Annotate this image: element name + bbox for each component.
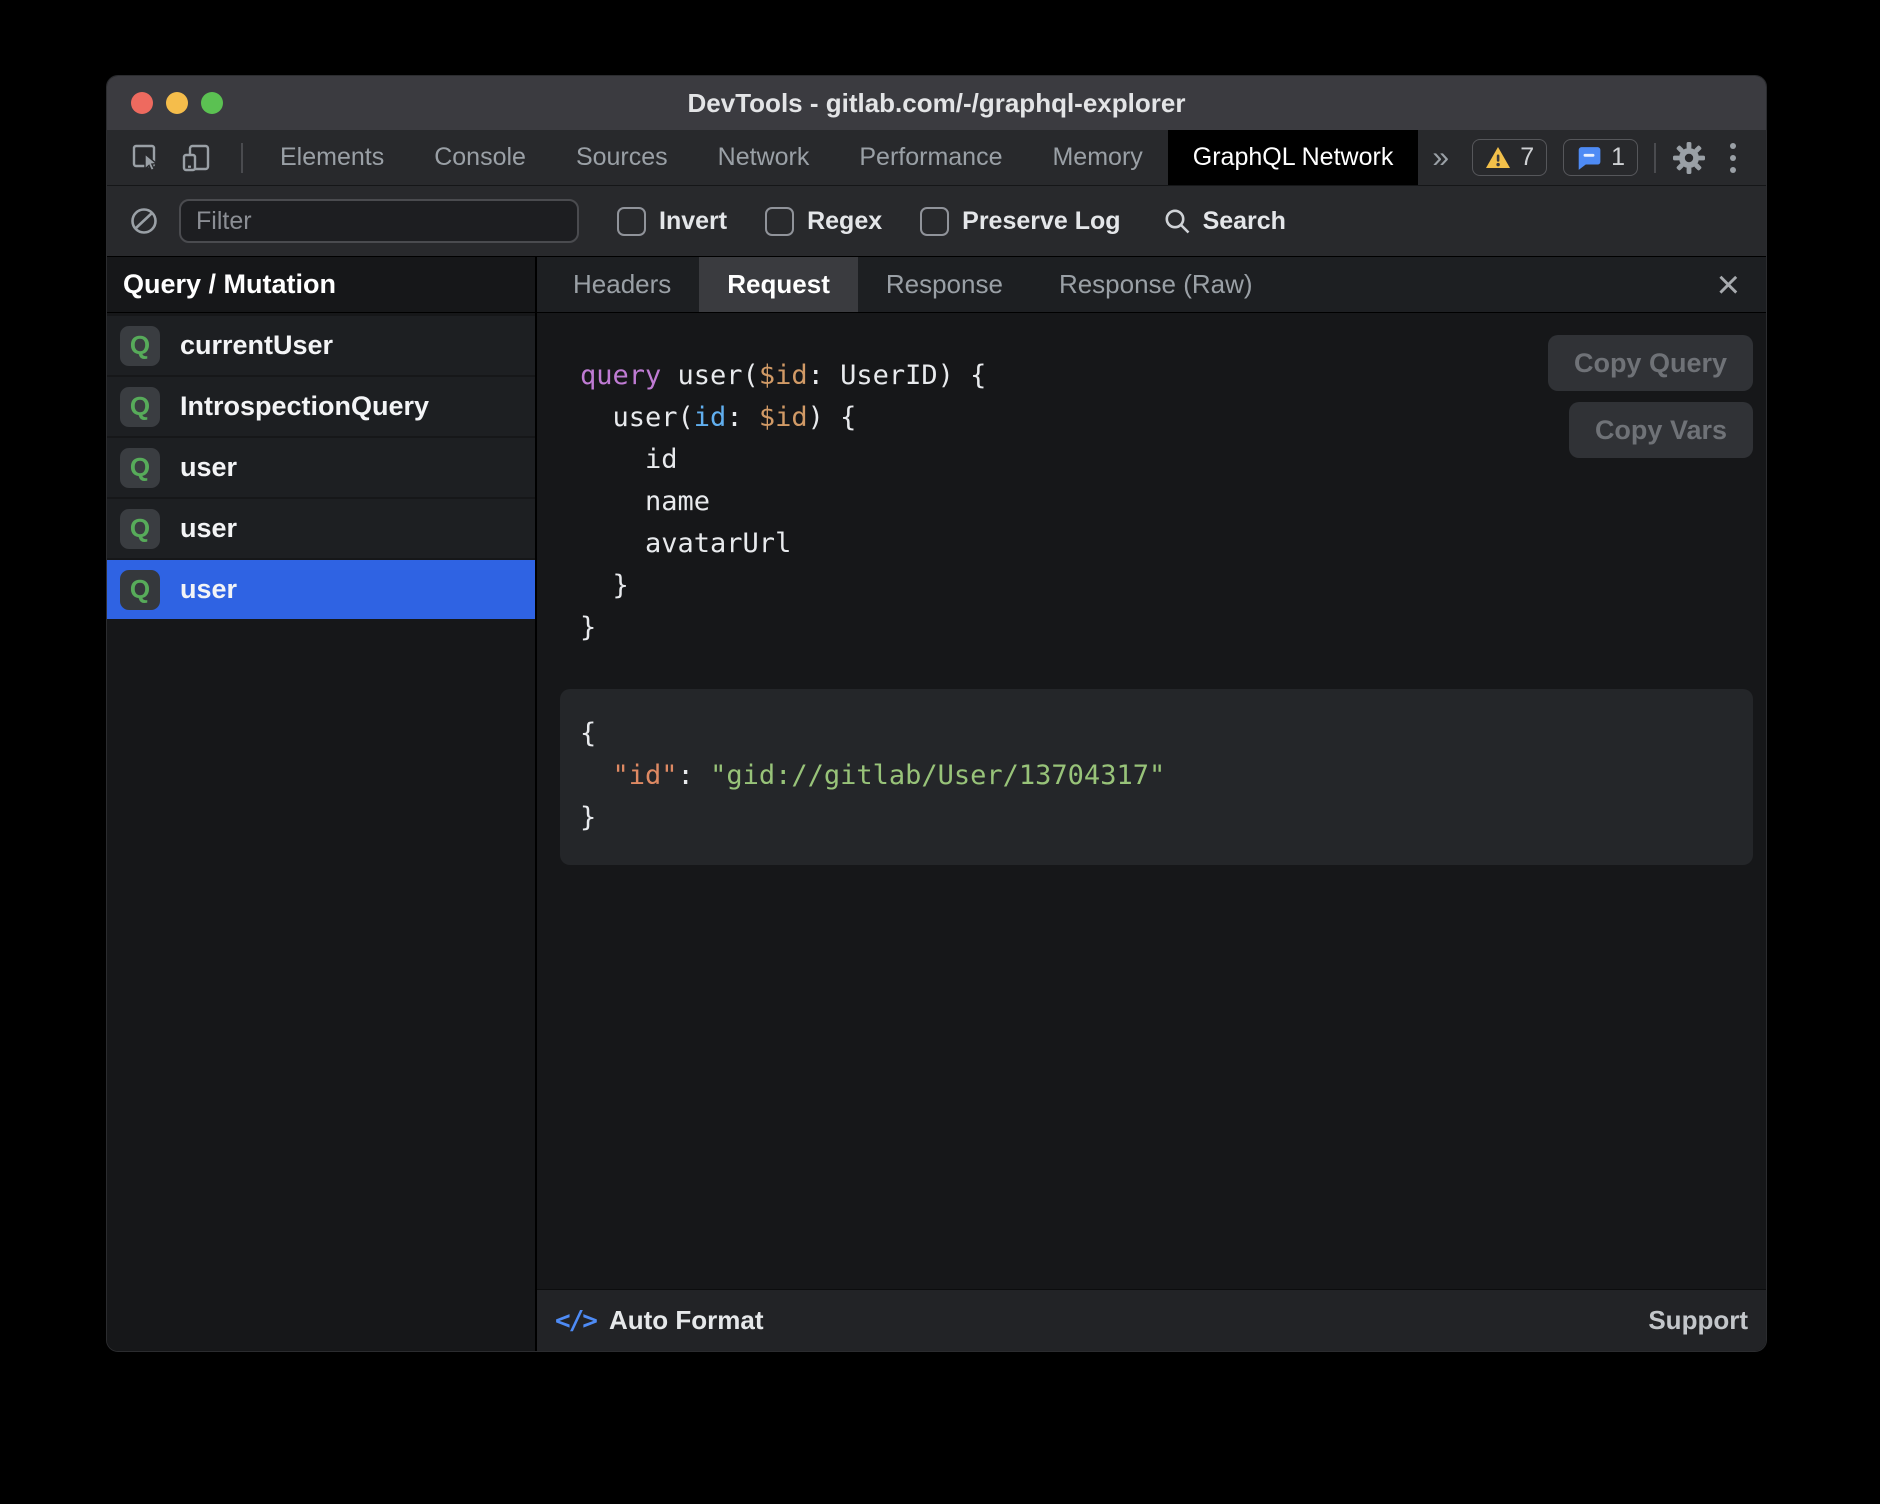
query-variables-box: { "id": "gid://gitlab/User/13704317"} [560, 689, 1753, 865]
checkbox-invert[interactable]: Invert [617, 207, 727, 236]
search-toggle[interactable]: Search [1163, 207, 1286, 236]
request-body: query user($id: UserID) { user(id: $id) … [537, 313, 1766, 1351]
tab-network[interactable]: Network [693, 130, 835, 185]
screen: DevTools - gitlab.com/-/graphql-explorer [0, 0, 1880, 1504]
filter-bar: Invert Regex Preserve Log Search [107, 185, 1766, 256]
checkbox-box[interactable] [920, 207, 949, 236]
close-window-button[interactable] [131, 92, 153, 114]
detail-tabs: HeadersRequestResponseResponse (Raw) × [537, 257, 1766, 313]
title-bar: DevTools - gitlab.com/-/graphql-explorer [107, 76, 1766, 130]
request-code-area: query user($id: UserID) { user(id: $id) … [537, 313, 1766, 1289]
detail-tab-headers[interactable]: Headers [545, 257, 699, 312]
detail-tab-response-raw[interactable]: Response (Raw) [1031, 257, 1281, 312]
request-detail-pane: HeadersRequestResponseResponse (Raw) × qu… [537, 257, 1766, 1351]
query-name: user [180, 574, 237, 605]
traffic-lights [131, 76, 223, 130]
tab-sources[interactable]: Sources [551, 130, 693, 185]
query-type-badge: Q [120, 326, 160, 366]
copy-vars-button[interactable]: Copy Vars [1569, 402, 1753, 458]
close-icon[interactable]: × [1691, 257, 1766, 312]
code-line: name [580, 481, 1766, 523]
sidebar-header: Query / Mutation [107, 257, 535, 313]
query-list-item-introspectionquery-1[interactable]: Q IntrospectionQuery [107, 377, 535, 436]
tab-memory[interactable]: Memory [1027, 130, 1167, 185]
code-line: } [580, 565, 1766, 607]
query-type-badge: Q [120, 387, 160, 427]
devtools-window: DevTools - gitlab.com/-/graphql-explorer [106, 75, 1767, 1352]
issues-badge[interactable]: 1 [1563, 139, 1638, 176]
copy-buttons: Copy Query Copy Vars [1548, 335, 1753, 458]
query-type-badge: Q [120, 448, 160, 488]
query-list-item-user-2[interactable]: Quser [107, 438, 535, 497]
copy-query-button[interactable]: Copy Query [1548, 335, 1753, 391]
warning-triangle-icon [1485, 146, 1511, 169]
minimize-window-button[interactable] [166, 92, 188, 114]
auto-format-button[interactable]: </> Auto Format [555, 1305, 764, 1336]
issue-count: 1 [1611, 143, 1625, 172]
inspect-element-icon[interactable] [131, 143, 161, 173]
query-list-item-currentuser-0[interactable]: QcurrentUser [107, 316, 535, 375]
query-list: QcurrentUserQIntrospectionQueryQuserQuse… [107, 313, 535, 1351]
query-list-item-user-4[interactable]: Quser [107, 560, 535, 619]
device-toolbar-icon[interactable] [181, 143, 213, 173]
zoom-window-button[interactable] [201, 92, 223, 114]
tab-performance[interactable]: Performance [834, 130, 1027, 185]
query-list-sidebar: Query / Mutation QcurrentUserQIntrospect… [107, 257, 537, 1351]
more-tabs-chevron-icon[interactable]: » [1418, 130, 1463, 185]
search-label: Search [1203, 207, 1286, 236]
customize-menu-icon[interactable] [1722, 143, 1744, 173]
tab-elements[interactable]: Elements [255, 130, 409, 185]
query-list-item-user-3[interactable]: Quser [107, 499, 535, 558]
devtools-tab-bar: ElementsConsoleSourcesNetworkPerformance… [107, 130, 1766, 185]
message-bubble-icon [1576, 145, 1602, 171]
panel-content: Query / Mutation QcurrentUserQIntrospect… [107, 256, 1766, 1351]
clear-icon[interactable] [129, 206, 159, 236]
toolbar-icons [107, 130, 243, 185]
query-type-badge: Q [120, 570, 160, 610]
code-line: "id": "gid://gitlab/User/13704317" [580, 755, 1733, 797]
code-brackets-icon: </> [555, 1306, 596, 1336]
settings-gear-icon[interactable] [1672, 141, 1706, 175]
tab-bar-right: 7 1 [1472, 130, 1766, 185]
code-line: } [580, 607, 1766, 649]
query-name: user [180, 513, 237, 544]
tab-console[interactable]: Console [409, 130, 551, 185]
checkbox-label: Preserve Log [962, 207, 1120, 236]
detail-footer: </> Auto Format Support [537, 1289, 1766, 1351]
tab-graphql-network[interactable]: GraphQL Network [1168, 130, 1419, 185]
search-icon [1163, 207, 1192, 236]
checkbox-box[interactable] [617, 207, 646, 236]
filter-input[interactable] [179, 199, 579, 243]
window-title: DevTools - gitlab.com/-/graphql-explorer [107, 88, 1766, 119]
warning-count: 7 [1520, 143, 1534, 172]
query-type-badge: Q [120, 509, 160, 549]
detail-tab-request[interactable]: Request [699, 257, 858, 312]
support-link[interactable]: Support [1648, 1305, 1748, 1336]
query-name: currentUser [180, 330, 333, 361]
code-line: { [580, 713, 1733, 755]
auto-format-label: Auto Format [609, 1305, 764, 1336]
code-line: avatarUrl [580, 523, 1766, 565]
badge-separator [1654, 143, 1656, 173]
checkbox-box[interactable] [765, 207, 794, 236]
checkbox-regex[interactable]: Regex [765, 207, 882, 236]
checkbox-label: Invert [659, 207, 727, 236]
query-name: user [180, 452, 237, 483]
warnings-badge[interactable]: 7 [1472, 139, 1547, 176]
checkbox-preserve-log[interactable]: Preserve Log [920, 207, 1120, 236]
code-line: } [580, 797, 1733, 839]
filter-checkboxes: Invert Regex Preserve Log [579, 207, 1121, 236]
checkbox-label: Regex [807, 207, 882, 236]
toolbar-separator [241, 143, 243, 173]
panel-tabs: ElementsConsoleSourcesNetworkPerformance… [255, 130, 1418, 185]
query-name: IntrospectionQuery [180, 391, 429, 422]
detail-tab-response[interactable]: Response [858, 257, 1031, 312]
